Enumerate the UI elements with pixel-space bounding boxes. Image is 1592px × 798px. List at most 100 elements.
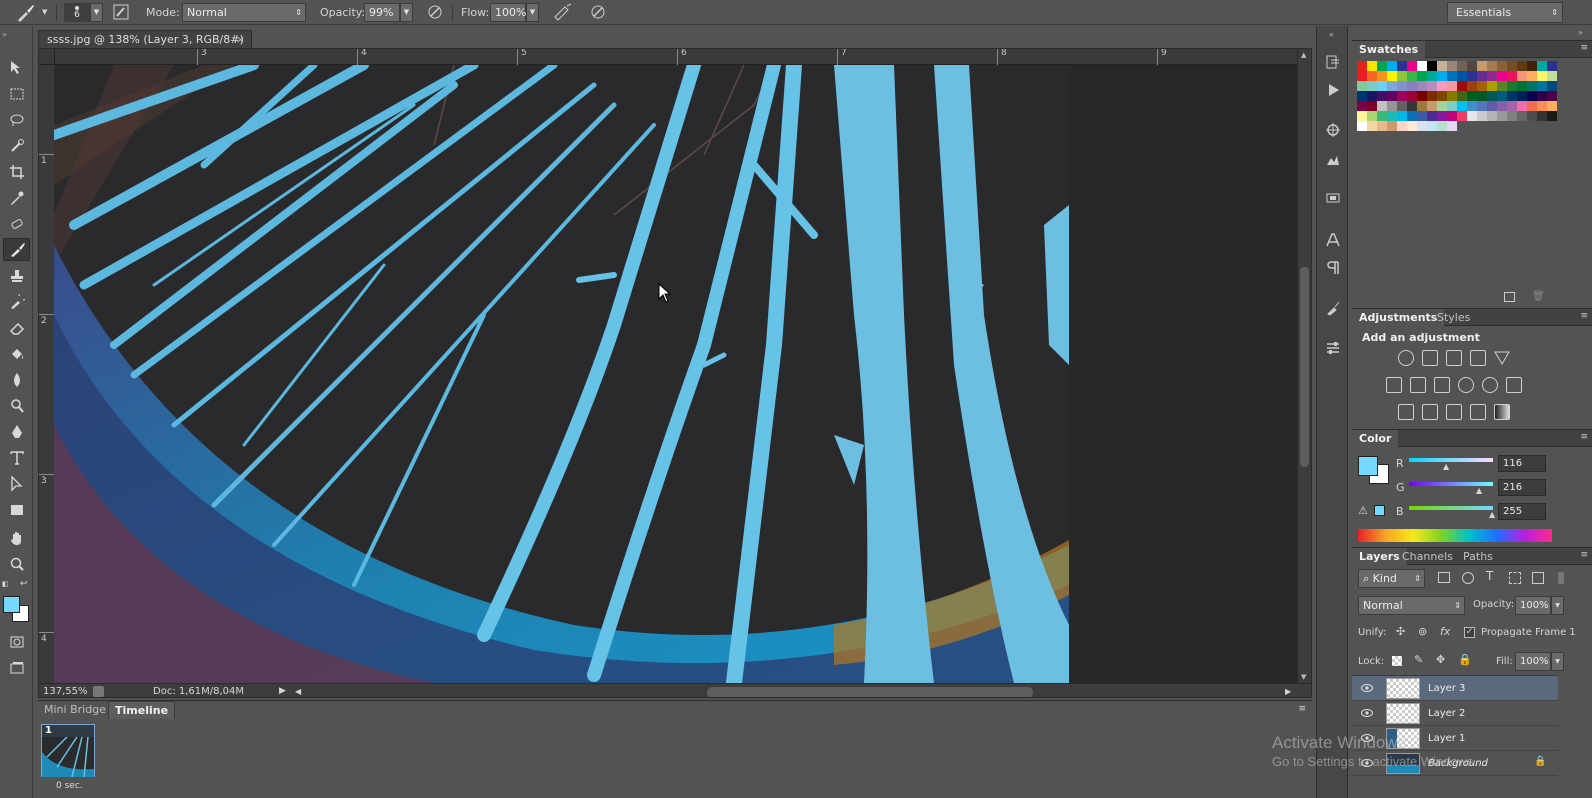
quick-selection-tool-icon[interactable] bbox=[3, 134, 30, 157]
color-swatch[interactable] bbox=[1367, 111, 1377, 121]
filter-type-layers-icon[interactable]: T bbox=[1486, 569, 1493, 583]
scroll-down-icon[interactable]: ▼ bbox=[1301, 673, 1306, 681]
color-swatch[interactable] bbox=[1547, 81, 1557, 91]
color-swatch[interactable] bbox=[1497, 81, 1507, 91]
visibility-eye-icon[interactable] bbox=[1361, 683, 1373, 693]
color-swatch[interactable] bbox=[1527, 91, 1537, 101]
color-swatch[interactable] bbox=[1467, 91, 1477, 101]
frame-delay[interactable]: 0 sec. bbox=[56, 781, 83, 791]
scroll-right-icon[interactable]: ▶ bbox=[1285, 684, 1291, 697]
color-swatch[interactable] bbox=[1487, 91, 1497, 101]
filter-smart-objects-icon[interactable] bbox=[1532, 572, 1544, 584]
color-swatch[interactable] bbox=[1497, 61, 1507, 71]
color-swatch[interactable] bbox=[1477, 71, 1487, 81]
brush-panel-toggle-icon[interactable] bbox=[112, 0, 130, 25]
threshold-icon[interactable] bbox=[1446, 404, 1462, 420]
airbrush-icon[interactable] bbox=[553, 0, 573, 25]
color-swatch[interactable] bbox=[1547, 71, 1557, 81]
color-swatch[interactable] bbox=[1507, 81, 1517, 91]
color-swatch[interactable] bbox=[1357, 111, 1367, 121]
status-menu-arrow-icon[interactable]: ▶ bbox=[279, 684, 286, 697]
screen-mode-icon[interactable] bbox=[3, 656, 30, 679]
color-swatch[interactable] bbox=[1407, 81, 1417, 91]
invert-icon[interactable] bbox=[1398, 404, 1414, 420]
color-swatch[interactable] bbox=[1467, 61, 1477, 71]
pen-tool-icon[interactable] bbox=[3, 420, 30, 443]
color-swatch[interactable] bbox=[1437, 61, 1447, 71]
tab-channels[interactable]: Channels bbox=[1395, 548, 1460, 566]
collapse-panels-icon[interactable]: » bbox=[1578, 28, 1583, 37]
color-swatch[interactable] bbox=[1427, 121, 1437, 131]
color-swatch[interactable] bbox=[1537, 101, 1547, 111]
color-swatch[interactable] bbox=[1447, 101, 1457, 111]
color-swatch[interactable] bbox=[1377, 121, 1387, 131]
color-swatch[interactable] bbox=[1417, 81, 1427, 91]
color-swatch[interactable] bbox=[1427, 91, 1437, 101]
color-swatch[interactable] bbox=[1397, 111, 1407, 121]
color-swatch[interactable] bbox=[1477, 101, 1487, 111]
color-swatch[interactable] bbox=[1357, 91, 1367, 101]
color-swatch[interactable] bbox=[1527, 81, 1537, 91]
color-swatch[interactable] bbox=[1517, 81, 1527, 91]
history-brush-tool-icon[interactable] bbox=[3, 290, 30, 313]
color-swatch[interactable] bbox=[1407, 121, 1417, 131]
healing-brush-tool-icon[interactable] bbox=[3, 212, 30, 235]
scroll-left-icon[interactable]: ◀ bbox=[295, 684, 301, 697]
move-tool-icon[interactable] bbox=[3, 56, 30, 79]
color-swatch[interactable] bbox=[1447, 91, 1457, 101]
expand-dock-icon[interactable]: « bbox=[1329, 30, 1334, 39]
color-swatch[interactable] bbox=[1447, 121, 1457, 131]
tab-paths[interactable]: Paths bbox=[1456, 548, 1500, 566]
color-swatch[interactable] bbox=[1437, 121, 1447, 131]
filter-adjustment-layers-icon[interactable] bbox=[1462, 572, 1474, 584]
filter-shape-layers-icon[interactable] bbox=[1509, 572, 1521, 584]
color-swatch[interactable] bbox=[1487, 61, 1497, 71]
layer-opacity-input[interactable]: 100% bbox=[1515, 596, 1551, 615]
paragraph-panel-icon[interactable] bbox=[1323, 258, 1343, 278]
color-swatch[interactable] bbox=[1387, 71, 1397, 81]
filter-pixel-layers-icon[interactable] bbox=[1438, 572, 1450, 583]
color-swatch[interactable] bbox=[1377, 71, 1387, 81]
color-swatch[interactable] bbox=[1527, 111, 1537, 121]
layer-name[interactable]: Layer 3 bbox=[1428, 676, 1465, 701]
color-swatch[interactable] bbox=[1357, 121, 1367, 131]
scroll-up-icon[interactable]: ▲ bbox=[1301, 51, 1306, 59]
color-swatch[interactable] bbox=[1457, 81, 1467, 91]
color-swatch[interactable] bbox=[1447, 111, 1457, 121]
color-swatch[interactable] bbox=[1537, 61, 1547, 71]
delete-swatch-icon[interactable]: 🗑 bbox=[1532, 291, 1545, 302]
tool-presets-icon[interactable] bbox=[1323, 188, 1343, 208]
lock-pixels-icon[interactable]: ✎ bbox=[1414, 653, 1423, 666]
color-swatch[interactable] bbox=[1417, 61, 1427, 71]
color-lookup-icon[interactable] bbox=[1506, 377, 1522, 393]
color-swatch[interactable] bbox=[1497, 111, 1507, 121]
flow-dropdown[interactable]: ▼ bbox=[526, 3, 539, 22]
red-channel-slider[interactable] bbox=[1409, 458, 1493, 462]
color-swatch[interactable] bbox=[1467, 111, 1477, 121]
brush-size-dropdown[interactable]: ▼ bbox=[90, 3, 103, 22]
layer-name[interactable]: Layer 2 bbox=[1428, 701, 1465, 726]
color-swatch[interactable] bbox=[1367, 101, 1377, 111]
color-swatch[interactable] bbox=[1397, 61, 1407, 71]
eyedropper-tool-icon[interactable] bbox=[3, 186, 30, 209]
path-selection-tool-icon[interactable] bbox=[3, 472, 30, 495]
horizontal-scroll-thumb[interactable] bbox=[707, 687, 1033, 697]
color-swatch[interactable] bbox=[1547, 111, 1557, 121]
layer-row[interactable]: Layer 3 bbox=[1352, 676, 1558, 701]
color-balance-icon[interactable] bbox=[1410, 377, 1426, 393]
paint-bucket-tool-icon[interactable] bbox=[3, 342, 30, 365]
propagate-frame-checkbox[interactable]: ✓ bbox=[1464, 627, 1475, 638]
color-swatch[interactable] bbox=[1507, 61, 1517, 71]
brush-tool-preset-icon[interactable] bbox=[14, 0, 36, 25]
color-swatch[interactable] bbox=[1517, 111, 1527, 121]
color-swatch[interactable] bbox=[1457, 91, 1467, 101]
animation-frame[interactable]: 1 bbox=[41, 724, 95, 777]
color-swatch[interactable] bbox=[1387, 111, 1397, 121]
vertical-scrollbar[interactable]: ▲ ▼ bbox=[1297, 49, 1311, 683]
color-swatch[interactable] bbox=[1417, 71, 1427, 81]
color-swatch[interactable] bbox=[1377, 91, 1387, 101]
selective-color-icon[interactable] bbox=[1470, 404, 1486, 420]
eraser-tool-icon[interactable] bbox=[3, 316, 30, 339]
workspace-switcher[interactable]: Essentials ⇕ bbox=[1447, 2, 1563, 23]
color-swatch[interactable] bbox=[1407, 71, 1417, 81]
